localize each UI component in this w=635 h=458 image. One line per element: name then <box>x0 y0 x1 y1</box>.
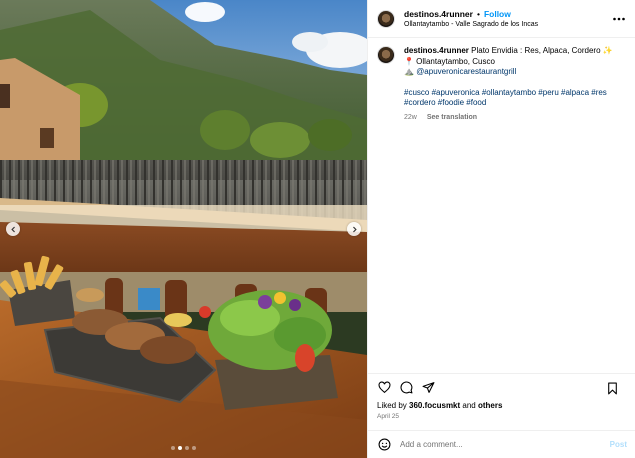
comment-button[interactable] <box>399 381 413 395</box>
more-horizontal-icon <box>613 17 625 21</box>
mountain-emoji: ⛰️ <box>404 67 417 76</box>
next-slide-button[interactable] <box>347 222 361 236</box>
instagram-post: destinos.4runner • Follow Ollantaytambo … <box>0 0 635 458</box>
post-header: destinos.4runner • Follow Ollantaytambo … <box>368 0 635 38</box>
chevron-right-icon <box>352 226 357 232</box>
emoji-button[interactable] <box>377 438 391 452</box>
caption-meta: 22w See translation <box>404 113 624 124</box>
avatar[interactable] <box>377 9 395 28</box>
previous-slide-button[interactable] <box>6 222 20 236</box>
comments-section[interactable]: destinos.4runner Plato Envidia : Res, Al… <box>368 38 635 373</box>
carousel-dot <box>192 446 196 450</box>
likes-middle: and <box>460 401 478 410</box>
header-text: destinos.4runner • Follow Ollantaytambo … <box>404 9 538 28</box>
caption-title: Plato Envidia : Res, Alpaca, Cordero ✨ <box>471 46 613 55</box>
separator: • <box>476 9 480 19</box>
carousel-indicator <box>0 446 367 450</box>
comment-input[interactable] <box>400 440 590 449</box>
caption-line-1: destinos.4runner Plato Envidia : Res, Al… <box>404 46 624 57</box>
caption-location: 📍 Ollantaytambo, Cusco <box>404 56 495 66</box>
username-link[interactable]: destinos.4runner <box>404 9 473 19</box>
mention-link[interactable]: @apuveronicarestaurantgrill <box>416 67 516 76</box>
carousel-dot-active <box>178 446 182 450</box>
follow-button[interactable]: Follow <box>484 9 511 19</box>
caption: destinos.4runner Plato Envidia : Res, Al… <box>377 46 626 123</box>
comment-icon <box>400 381 412 394</box>
caption-username[interactable]: destinos.4runner <box>404 46 469 55</box>
likes-summary: Liked by 360.focusmkt and others <box>368 401 635 410</box>
see-translation-button[interactable]: See translation <box>427 113 477 124</box>
post-photo <box>0 0 367 458</box>
post-age: 22w <box>404 113 417 121</box>
caption-line-3: ⛰️ @apuveronicarestaurantgrill <box>404 67 624 78</box>
heart-icon <box>378 381 390 394</box>
chevron-left-icon <box>10 226 15 232</box>
carousel-dot <box>185 446 189 450</box>
post-date: April 25 <box>377 413 400 420</box>
caption-text: destinos.4runner Plato Envidia : Res, Al… <box>404 46 624 123</box>
bookmark-icon <box>607 382 617 394</box>
share-button[interactable] <box>421 381 435 395</box>
carousel-dot <box>171 446 175 450</box>
post-comment-button[interactable]: Post <box>610 440 627 449</box>
post-media[interactable] <box>0 0 367 458</box>
likes-others[interactable]: others <box>478 401 502 410</box>
caption-avatar[interactable] <box>377 46 395 64</box>
emoji-icon <box>378 438 390 451</box>
liked-by-user[interactable]: 360.focusmkt <box>409 401 460 410</box>
like-button[interactable] <box>377 381 391 395</box>
post-sidebar: destinos.4runner • Follow Ollantaytambo … <box>367 0 635 458</box>
save-button[interactable] <box>605 381 619 395</box>
header-row: destinos.4runner • Follow <box>404 9 538 19</box>
share-icon <box>422 382 434 393</box>
more-options-button[interactable] <box>612 12 626 26</box>
likes-prefix: Liked by <box>377 401 410 410</box>
location-link[interactable]: Ollantaytambo - Valle Sagrado de los Inc… <box>404 21 538 28</box>
action-bar <box>368 373 635 401</box>
add-comment-bar: Post <box>368 430 635 458</box>
hashtags-line-2[interactable]: #cordero #foodie #food <box>404 98 624 109</box>
hashtags-line-1[interactable]: #cusco #apuveronica #ollantaytambo #peru… <box>404 88 624 99</box>
